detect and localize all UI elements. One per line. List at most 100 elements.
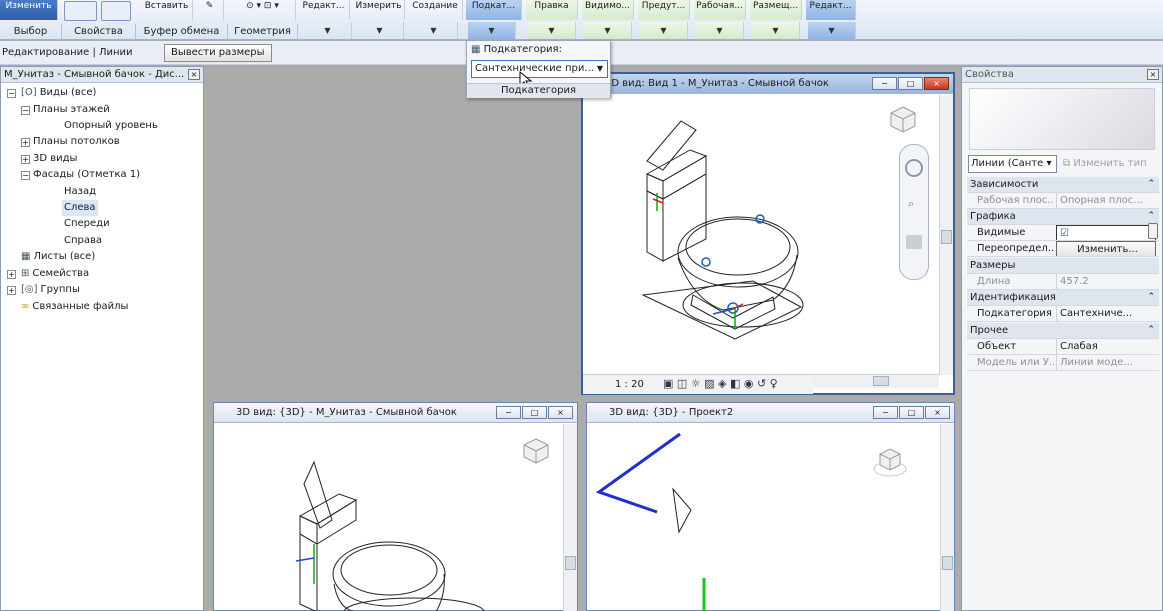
view-window-3d-view1[interactable]: 3D вид: Вид 1 - М_Унитаз - Смывной бачок… xyxy=(581,72,955,395)
horizontal-scrollbar[interactable] xyxy=(813,374,939,388)
show-dimensions-button[interactable]: Вывести размеры xyxy=(164,44,272,62)
collapse-icon[interactable]: ⌃ xyxy=(1147,209,1155,224)
group-properties[interactable]: Свойства xyxy=(62,24,136,39)
tree-item-selected[interactable]: Слева xyxy=(62,200,98,216)
chevron-down-icon[interactable]: ▼ xyxy=(640,22,688,39)
close-icon[interactable]: × xyxy=(548,406,573,419)
group-select[interactable]: Выбор xyxy=(0,24,62,39)
restore-icon[interactable]: □ xyxy=(899,406,924,419)
property-row[interactable]: Объект Слабая xyxy=(967,339,1159,355)
collapse-icon[interactable]: − xyxy=(21,106,30,115)
chevron-down-icon[interactable]: ▼ xyxy=(468,22,516,39)
ribbon-measure-button[interactable]: Измерить xyxy=(353,0,405,20)
minimize-icon[interactable]: − xyxy=(873,406,898,419)
chevron-down-icon[interactable]: ▼ xyxy=(410,22,458,39)
chevron-down-icon[interactable]: ▼ xyxy=(752,22,800,39)
chevron-down-icon[interactable]: ▼ xyxy=(584,22,632,39)
ribbon-edit-button[interactable]: Редакт... xyxy=(298,0,350,20)
tree-item[interactable]: ∞ Связанные файлы xyxy=(21,299,128,315)
tree-item[interactable]: ⊞ Семейства xyxy=(21,266,89,282)
scroll-thumb[interactable] xyxy=(565,556,576,570)
steering-wheel-icon[interactable] xyxy=(905,159,923,177)
vertical-scrollbar[interactable] xyxy=(940,424,954,611)
vertical-scrollbar[interactable] xyxy=(563,424,577,611)
chevron-down-icon[interactable]: ▼ xyxy=(808,22,856,39)
type-properties-icon[interactable] xyxy=(101,1,131,21)
property-category[interactable]: Зависимости ⌃ xyxy=(967,177,1159,193)
ribbon-tab-modify[interactable]: Изменить xyxy=(0,0,58,20)
expand-icon[interactable]: + xyxy=(7,286,16,295)
zoom-icon[interactable]: ⌕ xyxy=(908,197,914,211)
edit-type-button[interactable]: ⧉ Изменить тип xyxy=(1063,155,1147,173)
expand-icon[interactable]: + xyxy=(21,138,30,147)
expand-icon[interactable]: + xyxy=(21,155,30,164)
chevron-down-icon[interactable]: ▼ xyxy=(696,22,744,39)
ribbon-subcategory-button[interactable]: Подкат... xyxy=(466,0,522,20)
tree-item[interactable]: Спереди xyxy=(64,216,110,232)
collapse-icon[interactable]: − xyxy=(21,171,30,180)
close-icon[interactable]: × xyxy=(188,69,200,80)
ribbon-create-button[interactable]: Создание xyxy=(408,0,463,20)
tree-item[interactable]: Фасады (Отметка 1) xyxy=(33,167,140,183)
chevron-down-icon[interactable]: ▼ xyxy=(356,22,404,39)
group-clipboard[interactable]: Буфер обмена xyxy=(136,24,228,39)
view-window-3d-project2[interactable]: RVT 3D вид: {3D} - Проект2 −□× xyxy=(586,402,955,611)
tree-item[interactable]: Назад xyxy=(64,184,96,200)
restore-icon[interactable]: □ xyxy=(522,406,547,419)
viewcube-icon[interactable] xyxy=(888,104,918,134)
close-icon[interactable]: × xyxy=(924,77,949,90)
property-row[interactable]: Подкатегория Сантехниче... xyxy=(967,306,1159,322)
ribbon-place-button[interactable]: Размещ... xyxy=(750,0,802,20)
type-selector[interactable]: Линии (Санте ▾ xyxy=(968,155,1057,173)
ribbon-paste-button[interactable]: Вставить xyxy=(141,0,193,20)
join-geometry-icon[interactable]: ⊙ ▾ ⊡ ▾ xyxy=(230,0,296,20)
minimize-icon[interactable]: − xyxy=(872,77,897,90)
close-icon[interactable]: × xyxy=(925,406,950,419)
override-edit-button[interactable]: Изменить... xyxy=(1056,241,1156,256)
collapse-icon[interactable]: ⌃ xyxy=(1147,177,1155,192)
group-geometry[interactable]: Геометрия xyxy=(228,24,298,39)
tree-item[interactable]: Опорный уровень xyxy=(64,118,158,134)
tree-item[interactable]: 3D виды xyxy=(33,151,77,167)
tree-item[interactable]: Планы потолков xyxy=(33,134,120,150)
view-window-3d-toilet[interactable]: RVT 3D вид: {3D} - М_Унитаз - Смывной ба… xyxy=(213,402,578,611)
orbit-icon[interactable] xyxy=(906,235,922,249)
collapse-icon[interactable]: ⌃ xyxy=(1147,290,1155,305)
scroll-thumb[interactable] xyxy=(941,230,952,244)
minimize-icon[interactable]: − xyxy=(496,406,521,419)
property-category[interactable]: Идентификация ⌃ xyxy=(967,290,1159,306)
scroll-thumb[interactable] xyxy=(1148,223,1158,239)
tree-item[interactable]: Справа xyxy=(64,233,102,249)
visible-checkbox[interactable]: ☑ xyxy=(1056,225,1156,240)
view-scale[interactable]: 1 : 20 xyxy=(615,379,644,390)
match-properties-icon[interactable]: ✎ xyxy=(196,0,224,20)
restore-icon[interactable]: □ xyxy=(898,77,923,90)
ribbon-tool-edit-button[interactable]: Правка xyxy=(526,0,578,20)
tree-item[interactable]: Планы этажей xyxy=(33,102,110,118)
property-category[interactable]: Размеры xyxy=(967,258,1159,274)
navigation-bar[interactable]: ⌕ xyxy=(899,144,929,280)
ribbon-visibility-button[interactable]: Видимо... xyxy=(582,0,634,20)
property-category[interactable]: Графика ⌃ xyxy=(967,209,1159,225)
ribbon-editor-button[interactable]: Редакт... xyxy=(806,0,856,20)
chevron-down-icon[interactable]: ▼ xyxy=(597,61,603,77)
collapse-icon[interactable]: ⌃ xyxy=(1147,323,1155,338)
vertical-scrollbar[interactable] xyxy=(939,95,953,375)
chevron-down-icon[interactable]: ▼ xyxy=(304,22,352,39)
viewcube-icon[interactable] xyxy=(872,443,908,479)
property-category[interactable]: Прочее ⌃ xyxy=(967,323,1159,339)
view-controls-icon[interactable]: ▣ ◫ ☼ ▨ ◈ ◧ ◉ ↺ ♀ xyxy=(663,377,778,390)
tree-item[interactable]: [O] Виды (все) xyxy=(21,85,96,101)
properties-icon[interactable] xyxy=(64,1,97,21)
chevron-down-icon[interactable]: ▼ xyxy=(528,22,576,39)
subcategory-select[interactable]: Сантехнические при... ▼ xyxy=(471,60,608,78)
expand-icon[interactable]: + xyxy=(7,270,16,279)
toilet-model-3d[interactable] xyxy=(214,424,562,611)
ribbon-preset-button[interactable]: Предут... xyxy=(638,0,690,20)
ribbon-workplane-button[interactable]: Рабочая... xyxy=(694,0,746,20)
tree-item[interactable]: ▦ Листы (все) xyxy=(21,249,95,265)
scroll-thumb[interactable] xyxy=(942,556,953,570)
tree-item[interactable]: [◎] Группы xyxy=(21,282,80,298)
close-icon[interactable]: × xyxy=(1147,69,1159,80)
viewcube-icon[interactable] xyxy=(522,437,550,465)
